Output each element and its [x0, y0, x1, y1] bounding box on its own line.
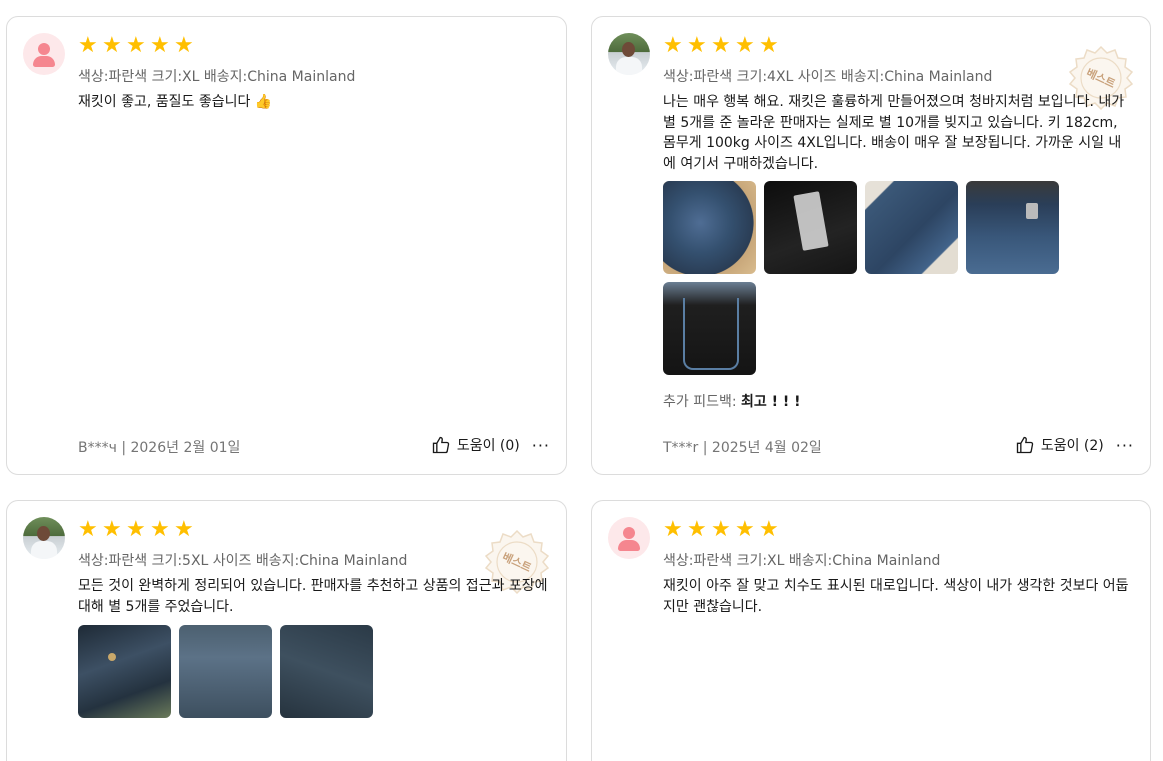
star-icon: ★	[174, 517, 194, 542]
review-card: 베스트 ★ ★ ★ ★ ★ 색상:파란색 크기:4XL 사이즈 배송지:Chin…	[591, 16, 1151, 475]
review-meta: 색상:파란색 크기:4XL 사이즈 배송지:China Mainland	[663, 69, 993, 85]
helpful-button[interactable]: 도움이 (0) ···	[431, 435, 550, 455]
star-icon: ★	[759, 33, 779, 58]
star-icon: ★	[78, 33, 98, 58]
helpful-label: 도움이 (2)	[1040, 438, 1104, 454]
review-photos	[663, 181, 1073, 375]
star-icon: ★	[687, 517, 707, 542]
star-icon: ★	[735, 517, 755, 542]
additional-feedback-label: 추가 피드백:	[663, 394, 742, 410]
star-icon: ★	[687, 33, 707, 58]
review-text: 재킷이 좋고, 품질도 좋습니다 👍	[78, 94, 273, 110]
review-text: 나는 매우 행복 해요. 재킷은 훌륭하게 만들어졌으며 청바지처럼 보입니다.…	[663, 94, 1125, 172]
review-card: 베스트 ★ ★ ★ ★ ★ 색상:파란색 크기:5XL 사이즈 배송지:Chin…	[6, 500, 567, 761]
star-icon: ★	[78, 517, 98, 542]
star-icon: ★	[735, 33, 755, 58]
star-rating: ★ ★ ★ ★ ★	[78, 33, 194, 58]
star-icon: ★	[759, 517, 779, 542]
star-icon: ★	[102, 517, 122, 542]
avatar	[23, 517, 65, 559]
review-photo[interactable]	[280, 625, 373, 718]
review-author-date: T***r | 2025년 4월 02일	[663, 440, 822, 456]
review-photo[interactable]	[663, 181, 756, 274]
default-user-icon	[38, 43, 50, 55]
review-card: ★ ★ ★ ★ ★ 색상:파란색 크기:XL 배송지:China Mainlan…	[591, 500, 1151, 761]
review-meta: 색상:파란색 크기:5XL 사이즈 배송지:China Mainland	[78, 553, 408, 569]
star-icon: ★	[711, 33, 731, 58]
user-photo	[622, 42, 635, 57]
avatar	[608, 517, 650, 559]
review-text: 재킷이 아주 잘 맞고 치수도 표시된 대로입니다. 색상이 내가 생각한 것보…	[663, 578, 1129, 615]
additional-feedback-text: 최고 ! ! !	[741, 394, 801, 410]
review-photo[interactable]	[663, 282, 756, 375]
review-photo[interactable]	[764, 181, 857, 274]
star-icon: ★	[711, 517, 731, 542]
thumbs-up-icon	[432, 436, 450, 454]
avatar	[608, 33, 650, 75]
additional-feedback: 추가 피드백: 최고 ! ! !	[663, 391, 801, 411]
review-photo[interactable]	[179, 625, 272, 718]
user-photo	[37, 526, 50, 541]
review-card: ★ ★ ★ ★ ★ 색상:파란색 크기:XL 배송지:China Mainlan…	[6, 16, 567, 475]
star-rating: ★ ★ ★ ★ ★	[663, 33, 779, 58]
star-icon: ★	[150, 33, 170, 58]
review-text: 모든 것이 완벽하게 정리되어 있습니다. 판매자를 추천하고 상품의 접근과 …	[78, 578, 548, 615]
star-icon: ★	[126, 33, 146, 58]
star-rating: ★ ★ ★ ★ ★	[78, 517, 194, 542]
review-photos	[78, 625, 488, 718]
more-options-icon[interactable]: ···	[1116, 436, 1134, 455]
review-author-date: B***ч | 2026년 2월 01일	[78, 440, 241, 456]
review-photo[interactable]	[78, 625, 171, 718]
more-options-icon[interactable]: ···	[532, 436, 550, 455]
star-icon: ★	[174, 33, 194, 58]
review-photo[interactable]	[966, 181, 1059, 274]
helpful-label: 도움이 (0)	[456, 438, 520, 454]
avatar	[23, 33, 65, 75]
review-meta: 색상:파란색 크기:XL 배송지:China Mainland	[78, 69, 356, 85]
star-icon: ★	[663, 33, 683, 58]
star-rating: ★ ★ ★ ★ ★	[663, 517, 779, 542]
thumbs-up-icon	[1016, 436, 1034, 454]
default-user-icon	[623, 527, 635, 539]
star-icon: ★	[663, 517, 683, 542]
review-photo[interactable]	[865, 181, 958, 274]
star-icon: ★	[126, 517, 146, 542]
star-icon: ★	[102, 33, 122, 58]
helpful-button[interactable]: 도움이 (2) ···	[1015, 435, 1134, 455]
star-icon: ★	[150, 517, 170, 542]
review-meta: 색상:파란색 크기:XL 배송지:China Mainland	[663, 553, 941, 569]
